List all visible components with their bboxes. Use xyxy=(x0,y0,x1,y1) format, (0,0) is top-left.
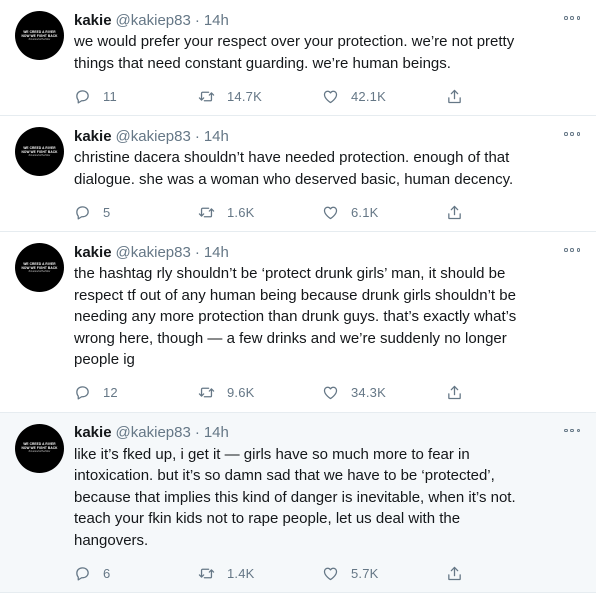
tweet[interactable]: WE CREED A RIVER NOW WE FIGHT BACK #Just… xyxy=(0,0,596,116)
user-handle[interactable]: @kakiep83 xyxy=(116,12,191,29)
like-icon xyxy=(322,88,339,105)
reply-button[interactable]: 11 xyxy=(74,88,198,105)
reply-count: 11 xyxy=(103,89,117,104)
avatar[interactable]: WE CREED A RIVER NOW WE FIGHT BACK #Just… xyxy=(15,127,64,176)
avatar-text-line: #JusticeforHerMov xyxy=(29,270,51,274)
retweet-icon xyxy=(198,204,215,221)
retweet-count: 9.6K xyxy=(227,385,255,400)
retweet-count: 1.4K xyxy=(227,566,255,581)
avatar[interactable]: WE CREED A RIVER NOW WE FIGHT BACK #Just… xyxy=(15,424,64,473)
separator-dot: · xyxy=(195,424,200,441)
avatar[interactable]: WE CREED A RIVER NOW WE FIGHT BACK #Just… xyxy=(15,11,64,60)
share-icon xyxy=(446,204,463,221)
retweet-button[interactable]: 9.6K xyxy=(198,384,322,401)
tweet-timestamp[interactable]: 14h xyxy=(204,424,229,441)
retweet-button[interactable]: 1.6K xyxy=(198,204,322,221)
more-options-icon[interactable] xyxy=(564,130,580,138)
tweet-text: like it’s fked up, i get it — girls have… xyxy=(74,444,582,552)
retweet-count: 1.6K xyxy=(227,205,255,220)
reply-count: 5 xyxy=(103,205,110,220)
tweet-header: kakie @kakiep83 · 14h xyxy=(74,125,582,147)
retweet-icon xyxy=(198,88,215,105)
like-button[interactable]: 6.1K xyxy=(322,204,446,221)
reply-icon xyxy=(74,565,91,582)
tweet-timestamp[interactable]: 14h xyxy=(204,12,229,29)
user-handle[interactable]: @kakiep83 xyxy=(116,128,191,145)
tweet-actions: 12 9.6K 34.3K xyxy=(74,374,582,412)
share-button[interactable] xyxy=(446,565,475,582)
more-options-icon[interactable] xyxy=(564,427,580,435)
tweet-text: the hashtag rly shouldn’t be ‘protect dr… xyxy=(74,263,582,371)
like-count: 42.1K xyxy=(351,89,386,104)
tweet-header: kakie @kakiep83 · 14h xyxy=(74,241,582,263)
share-icon xyxy=(446,384,463,401)
reply-button[interactable]: 12 xyxy=(74,384,198,401)
tweet[interactable]: WE CREED A RIVER NOW WE FIGHT BACK #Just… xyxy=(0,116,596,232)
tweet-actions: 11 14.7K 42.1K xyxy=(74,77,582,115)
tweet-timestamp[interactable]: 14h xyxy=(204,128,229,145)
like-button[interactable]: 5.7K xyxy=(322,565,446,582)
tweet-feed: WE CREED A RIVER NOW WE FIGHT BACK #Just… xyxy=(0,0,596,593)
retweet-icon xyxy=(198,384,215,401)
reply-count: 6 xyxy=(103,566,110,581)
avatar-text-line: #JusticeforHerMov xyxy=(29,154,51,158)
avatar-text-line: #JusticeforHerMov xyxy=(29,38,51,42)
more-options-icon[interactable] xyxy=(564,14,580,22)
tweet-timestamp[interactable]: 14h xyxy=(204,244,229,261)
more-options-icon[interactable] xyxy=(564,246,580,254)
tweet-text: we would prefer your respect over your p… xyxy=(74,31,582,74)
tweet-text: christine dacera shouldn’t have needed p… xyxy=(74,147,582,190)
like-icon xyxy=(322,384,339,401)
like-button[interactable]: 42.1K xyxy=(322,88,446,105)
separator-dot: · xyxy=(195,128,200,145)
reply-button[interactable]: 5 xyxy=(74,204,198,221)
display-name[interactable]: kakie xyxy=(74,128,112,145)
user-handle[interactable]: @kakiep83 xyxy=(116,244,191,261)
share-button[interactable] xyxy=(446,384,475,401)
separator-dot: · xyxy=(195,244,200,261)
like-count: 34.3K xyxy=(351,385,386,400)
share-icon xyxy=(446,88,463,105)
like-icon xyxy=(322,565,339,582)
tweet-header: kakie @kakiep83 · 14h xyxy=(74,9,582,31)
share-button[interactable] xyxy=(446,204,475,221)
avatar[interactable]: WE CREED A RIVER NOW WE FIGHT BACK #Just… xyxy=(15,243,64,292)
separator-dot: · xyxy=(195,12,200,29)
tweet[interactable]: WE CREED A RIVER NOW WE FIGHT BACK #Just… xyxy=(0,413,596,593)
like-count: 6.1K xyxy=(351,205,379,220)
reply-icon xyxy=(74,204,91,221)
retweet-count: 14.7K xyxy=(227,89,262,104)
like-button[interactable]: 34.3K xyxy=(322,384,446,401)
reply-button[interactable]: 6 xyxy=(74,565,198,582)
share-button[interactable] xyxy=(446,88,475,105)
tweet-actions: 5 1.6K 6.1K xyxy=(74,193,582,231)
display-name[interactable]: kakie xyxy=(74,244,112,261)
like-count: 5.7K xyxy=(351,566,379,581)
reply-icon xyxy=(74,88,91,105)
retweet-button[interactable]: 1.4K xyxy=(198,565,322,582)
share-icon xyxy=(446,565,463,582)
avatar-text-line: #JusticeforHerMov xyxy=(29,450,51,454)
like-icon xyxy=(322,204,339,221)
retweet-icon xyxy=(198,565,215,582)
tweet-actions: 6 1.4K 5.7K xyxy=(74,554,582,592)
user-handle[interactable]: @kakiep83 xyxy=(116,424,191,441)
tweet-header: kakie @kakiep83 · 14h xyxy=(74,422,582,444)
display-name[interactable]: kakie xyxy=(74,424,112,441)
retweet-button[interactable]: 14.7K xyxy=(198,88,322,105)
tweet[interactable]: WE CREED A RIVER NOW WE FIGHT BACK #Just… xyxy=(0,232,596,413)
reply-icon xyxy=(74,384,91,401)
display-name[interactable]: kakie xyxy=(74,12,112,29)
reply-count: 12 xyxy=(103,385,118,400)
